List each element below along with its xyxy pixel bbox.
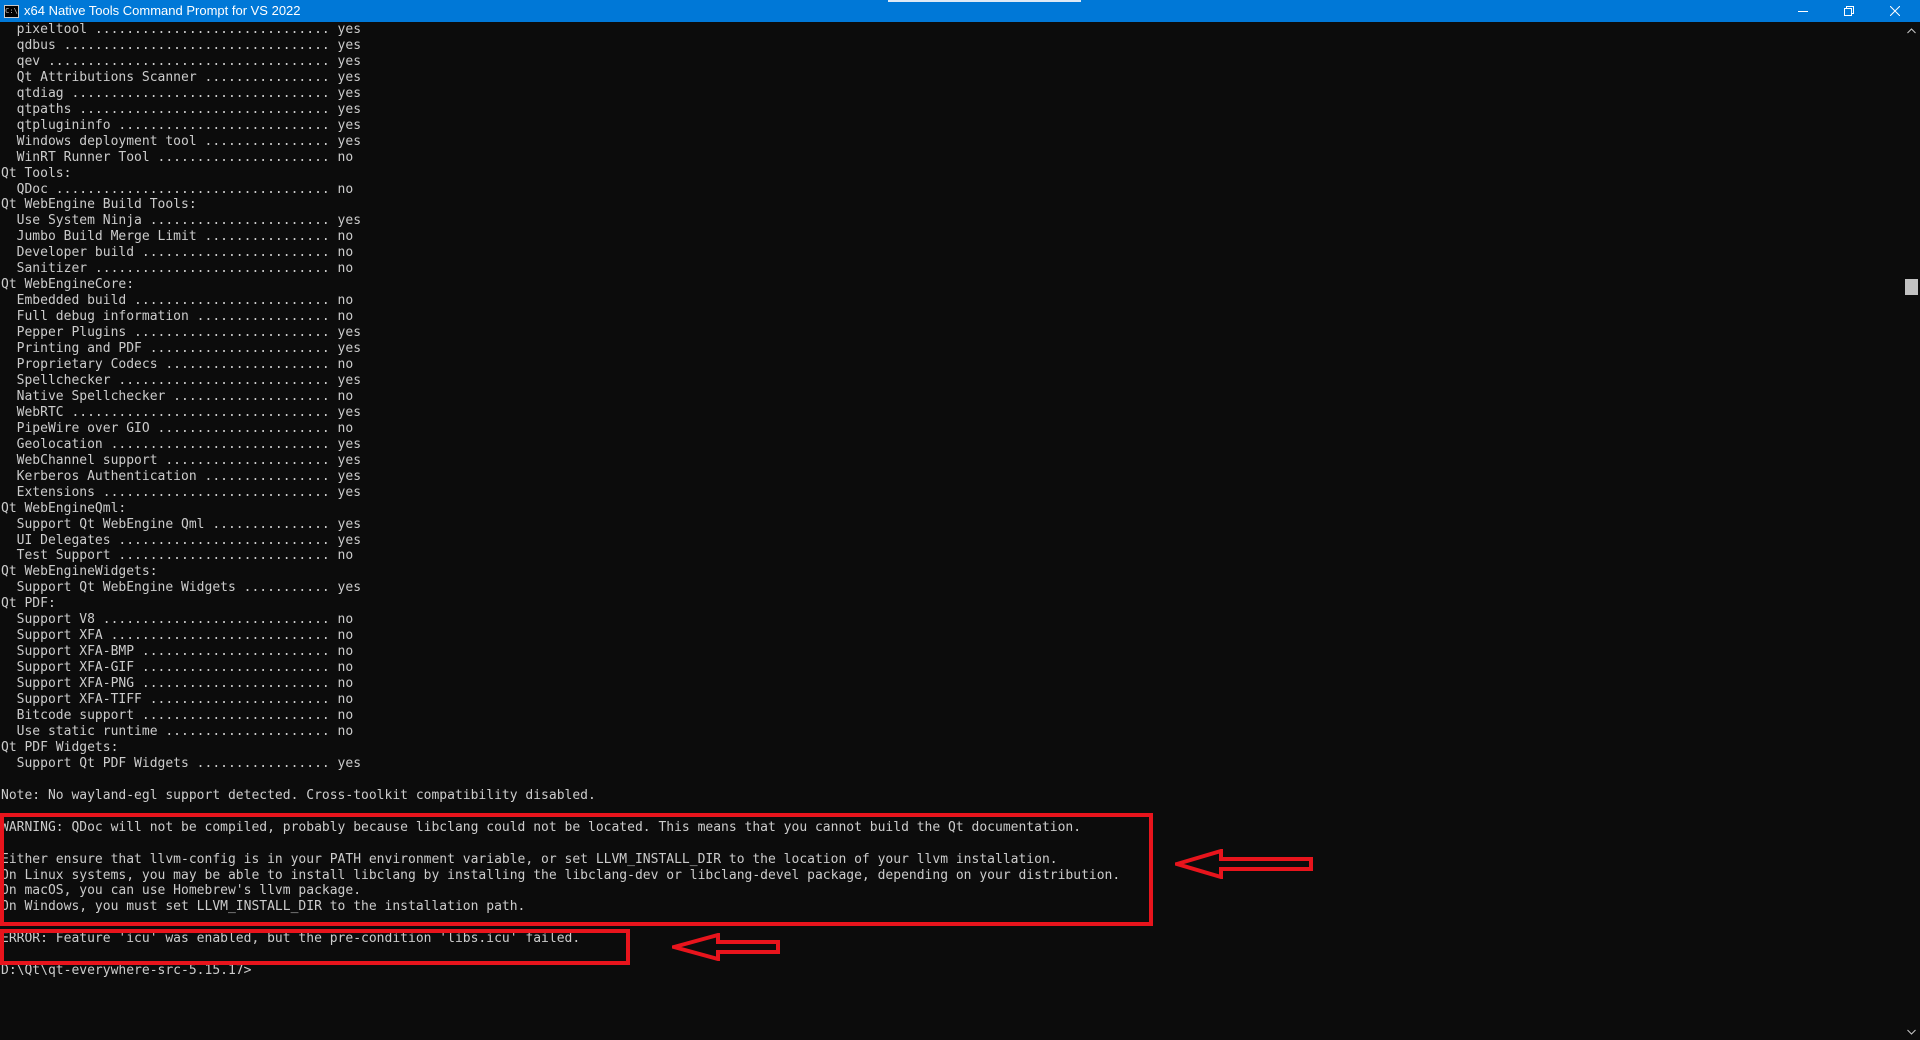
console-line: WebChannel support .....................… (1, 452, 362, 468)
console-line: Support V8 .............................… (1, 612, 354, 628)
console-line: Pepper Plugins .........................… (1, 325, 362, 341)
console-line: WinRT Runner Tool ......................… (1, 149, 354, 165)
window-title: x64 Native Tools Command Prompt for VS 2… (24, 3, 301, 18)
console-line: Jumbo Build Merge Limit ................… (1, 229, 354, 245)
scroll-up-button[interactable] (1903, 22, 1920, 39)
title-bar-indicator (888, 0, 1081, 2)
console-line: Support Qt PDF Widgets .................… (1, 755, 362, 771)
console-line: Native Spellchecker ....................… (1, 388, 354, 404)
console-line: Extensions .............................… (1, 484, 362, 500)
console-line: Use static runtime .....................… (1, 723, 354, 739)
scroll-up-arrow-icon (1907, 27, 1916, 33)
console-line: PipeWire over GIO ......................… (1, 420, 354, 436)
console-line: Qt WebEngineCore: (1, 277, 135, 293)
title-bar[interactable]: C:\ x64 Native Tools Command Prompt for … (0, 0, 1920, 22)
minimize-icon (1798, 11, 1808, 12)
console-line: Use System Ninja .......................… (1, 213, 362, 229)
console-line: qdbus ..................................… (1, 37, 362, 53)
restore-button[interactable] (1826, 0, 1872, 22)
console-line: Support XFA-PNG ........................… (1, 676, 354, 692)
console-line: WebRTC .................................… (1, 404, 362, 420)
console-line: Embedded build .........................… (1, 293, 354, 309)
cmd-console-icon[interactable]: C:\ (4, 4, 19, 18)
minimize-button[interactable] (1780, 0, 1826, 22)
console-line: Support XFA-GIF ........................… (1, 660, 354, 676)
console-line: Windows deployment tool ................… (1, 133, 362, 149)
console-line: Geolocation ............................… (1, 436, 362, 452)
console-line: Support Qt WebEngine Qml ...............… (1, 516, 362, 532)
scroll-down-arrow-icon (1907, 1029, 1916, 1035)
scroll-thumb[interactable] (1905, 279, 1918, 295)
console-line: Developer build ........................… (1, 245, 354, 261)
scroll-down-button[interactable] (1903, 1023, 1920, 1040)
vertical-scrollbar[interactable] (1903, 22, 1920, 1040)
console-line: qtdiag .................................… (1, 85, 362, 101)
console-line: Test Support ...........................… (1, 548, 354, 564)
console-line: qtplugininfo ...........................… (1, 117, 362, 133)
restore-icon (1844, 6, 1854, 16)
console-line: Bitcode support ........................… (1, 707, 354, 723)
console-line: Support XFA ............................… (1, 628, 354, 644)
console-line: Qt Attributions Scanner ................… (1, 69, 362, 85)
console-line: Support Qt WebEngine Widgets ...........… (1, 580, 362, 596)
console-line: Kerberos Authentication ................… (1, 468, 362, 484)
console-line: Qt WebEngineWidgets: (1, 564, 158, 580)
error-pointer-arrow (672, 933, 780, 961)
console-line: Qt PDF: (1, 596, 56, 612)
console-line: Support XFA-TIFF .......................… (1, 692, 354, 708)
console-line: Proprietary Codecs .....................… (1, 357, 354, 373)
console-line: pixeltool ..............................… (1, 22, 362, 37)
console-line: qev ....................................… (1, 53, 362, 69)
warning-highlight-box (0, 813, 1153, 926)
console-line: Qt Tools: (1, 165, 72, 181)
console-line: Qt PDF Widgets: (1, 739, 119, 755)
console-line: qtpaths ................................… (1, 101, 362, 117)
console-line: Qt WebEngine Build Tools: (1, 197, 197, 213)
console-line: UI Delegates ...........................… (1, 532, 362, 548)
console-line: Note: No wayland-egl support detected. C… (1, 787, 596, 803)
console-line: Qt WebEngineQml: (1, 500, 127, 516)
console-line: Support XFA-BMP ........................… (1, 644, 354, 660)
console-line: Full debug information .................… (1, 309, 354, 325)
close-icon (1890, 6, 1900, 16)
close-button[interactable] (1872, 0, 1918, 22)
console-line: Sanitizer ..............................… (1, 261, 354, 277)
error-highlight-box (0, 929, 630, 965)
console-line: D:\Qt\qt-everywhere-src-5.15.17> (1, 963, 252, 979)
warning-pointer-arrow (1175, 849, 1313, 879)
console-line: QDoc ...................................… (1, 181, 354, 197)
console-line: Spellchecker ...........................… (1, 372, 362, 388)
console-line: Printing and PDF .......................… (1, 341, 362, 357)
